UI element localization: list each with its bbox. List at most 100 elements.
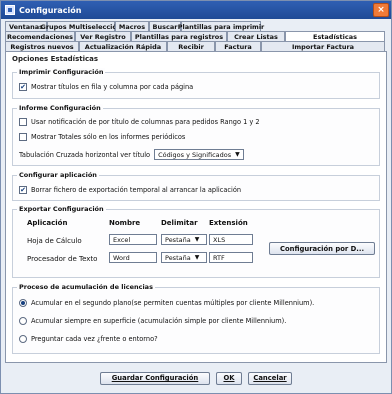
- tab-label: Registros nuevos: [10, 42, 74, 51]
- chevron-down-icon: ▼: [235, 151, 240, 158]
- tab-label: Ver Registro: [80, 32, 126, 41]
- tab-importar-factura[interactable]: Importar Factura: [261, 41, 385, 51]
- checkbox[interactable]: [19, 118, 27, 126]
- radio-button[interactable]: [19, 317, 27, 325]
- checkbox[interactable]: ✔: [19, 83, 27, 91]
- tab-plantillas-imprimir[interactable]: Plantillas para imprimir: [178, 21, 264, 31]
- tab-label: Macros: [118, 22, 146, 31]
- option-label: Preguntar cada vez ¿frente o entorno?: [31, 335, 158, 343]
- license-option-foreground[interactable]: Acumular siempre en superficie (acumulac…: [19, 317, 286, 325]
- col-header-delimiter: Delimitar: [161, 219, 198, 227]
- tab-label: Recomendaciones: [6, 32, 74, 41]
- tab-row-1: Ventanas Grupos Multiselección Macros Bu…: [5, 21, 387, 31]
- checkbox[interactable]: ✔: [19, 186, 27, 194]
- button-label: Guardar Configuración: [111, 374, 199, 382]
- option-label: Acumular en el segundo plano(se permiten…: [31, 299, 315, 307]
- radio-button[interactable]: [19, 299, 27, 307]
- row-label-word-processor: Procesador de Texto: [27, 255, 98, 263]
- title-bar: Configuración ×: [1, 1, 391, 19]
- report-notification-option[interactable]: Usar notificación de por título de colum…: [19, 118, 260, 126]
- word-processor-extension-input[interactable]: RTF: [209, 252, 253, 263]
- spreadsheet-extension-input[interactable]: XLS: [209, 234, 253, 245]
- input-value: Excel: [113, 235, 131, 244]
- button-label: OK: [223, 374, 235, 382]
- tab-row-3: Registros nuevos Actualización Rápida Re…: [5, 41, 387, 51]
- chevron-down-icon: ▼: [194, 236, 200, 243]
- close-icon: ×: [377, 5, 385, 15]
- tab-plantillas-registros[interactable]: Plantillas para registros: [131, 31, 227, 41]
- tab-grupos-multiseleccion[interactable]: Grupos Multiselección: [40, 21, 122, 31]
- input-value: RTF: [213, 253, 225, 262]
- select-value: Pestaña: [165, 253, 191, 262]
- chevron-down-icon: ▼: [194, 254, 200, 261]
- tab-ver-registro[interactable]: Ver Registro: [75, 31, 131, 41]
- report-config-group: Informe Configuración Usar notificación …: [12, 104, 380, 166]
- report-totals-option[interactable]: Mostrar Totales sólo en los informes per…: [19, 133, 185, 141]
- tab-label: Plantillas para imprimir: [177, 22, 265, 31]
- tab-label: Buscar: [152, 22, 178, 31]
- tab-label: Ventanas: [8, 22, 44, 31]
- option-label: Acumular siempre en superficie (acumulac…: [31, 317, 287, 325]
- tab-label: Estadísticas: [313, 32, 357, 41]
- tab-crear-listas[interactable]: Crear Listas: [227, 31, 285, 41]
- col-header-extension: Extensión: [209, 219, 248, 227]
- col-header-app: Aplicación: [27, 219, 68, 227]
- input-value: Word: [113, 253, 130, 262]
- app-config-group: Configurar aplicación ✔ Borrar fichero d…: [12, 171, 380, 201]
- panel-heading: Opciones Estadísticas: [12, 55, 99, 63]
- tab-row-2: Recomendaciones Ver Registro Plantillas …: [5, 31, 387, 41]
- tab-recibir[interactable]: Recibir: [167, 41, 215, 51]
- tab-label: Plantillas para registros: [134, 32, 224, 41]
- radio-selected-dot: [21, 301, 25, 305]
- print-config-group: Imprimir Configuración ✔ Mostrar títulos…: [12, 68, 380, 99]
- print-titles-option[interactable]: ✔ Mostrar títulos en fila y columna por …: [19, 83, 193, 91]
- default-config-button[interactable]: Configuración por D...: [269, 242, 375, 255]
- option-label: Mostrar Totales sólo en los informes per…: [31, 133, 186, 141]
- spreadsheet-delimiter-select[interactable]: Pestaña ▼: [161, 234, 207, 245]
- group-title: Informe Configuración: [17, 104, 103, 112]
- cancel-button[interactable]: Cancelar: [248, 371, 292, 385]
- tabulation-row: Tabulación Cruzada horizontal ver título…: [19, 149, 244, 160]
- group-title: Configurar aplicación: [17, 171, 99, 179]
- row-label-spreadsheet: Hoja de Cálculo: [27, 237, 82, 245]
- tab-label: Actualización Rápida: [84, 42, 162, 51]
- group-title: Exportar Configuración: [17, 205, 106, 213]
- delete-export-file-option[interactable]: ✔ Borrar fichero de exportación temporal…: [19, 186, 241, 194]
- app-icon: [5, 5, 15, 15]
- tab-estadisticas[interactable]: Estadísticas: [285, 31, 385, 41]
- dialog-footer: Guardar Configuración OK Cancelar: [1, 363, 391, 393]
- statistics-panel: Opciones Estadísticas Imprimir Configura…: [5, 51, 387, 363]
- option-label: Borrar fichero de exportación temporal a…: [31, 186, 242, 194]
- tab-recomendaciones[interactable]: Recomendaciones: [5, 31, 75, 41]
- spreadsheet-name-input[interactable]: Excel: [109, 234, 157, 245]
- select-value: Pestaña: [165, 235, 191, 244]
- tab-label: Recibir: [178, 42, 204, 51]
- tab-actualizacion-rapida[interactable]: Actualización Rápida: [79, 41, 167, 51]
- input-value: XLS: [213, 235, 226, 244]
- window-title: Configuración: [19, 5, 82, 15]
- word-processor-name-input[interactable]: Word: [109, 252, 157, 263]
- tab-label: Factura: [224, 42, 252, 51]
- select-value: Códigos y Significados: [158, 150, 232, 159]
- group-title: Imprimir Configuración: [17, 68, 106, 76]
- tab-buscar[interactable]: Buscar: [149, 21, 181, 31]
- col-header-name: Nombre: [109, 219, 141, 227]
- license-accumulation-group: Proceso de acumulación de licencias Acum…: [12, 283, 380, 354]
- license-option-ask[interactable]: Preguntar cada vez ¿frente o entorno?: [19, 335, 158, 343]
- save-config-button[interactable]: Guardar Configuración: [100, 371, 210, 385]
- tabulation-select[interactable]: Códigos y Significados ▼: [154, 149, 244, 160]
- tab-factura[interactable]: Factura: [215, 41, 261, 51]
- group-title: Proceso de acumulación de licencias: [17, 283, 155, 291]
- button-label: Configuración por D...: [279, 244, 365, 253]
- license-option-background[interactable]: Acumular en el segundo plano(se permiten…: [19, 299, 314, 307]
- tab-macros[interactable]: Macros: [115, 21, 149, 31]
- word-processor-delimiter-select[interactable]: Pestaña ▼: [161, 252, 207, 263]
- close-button[interactable]: ×: [373, 3, 389, 17]
- tab-label: Grupos Multiselección: [40, 22, 122, 31]
- tab-registros-nuevos[interactable]: Registros nuevos: [5, 41, 79, 51]
- tab-label: Importar Factura: [291, 42, 355, 51]
- checkbox[interactable]: [19, 133, 27, 141]
- tabulation-label: Tabulación Cruzada horizontal ver título: [19, 150, 151, 159]
- ok-button[interactable]: OK: [216, 371, 242, 385]
- radio-button[interactable]: [19, 335, 27, 343]
